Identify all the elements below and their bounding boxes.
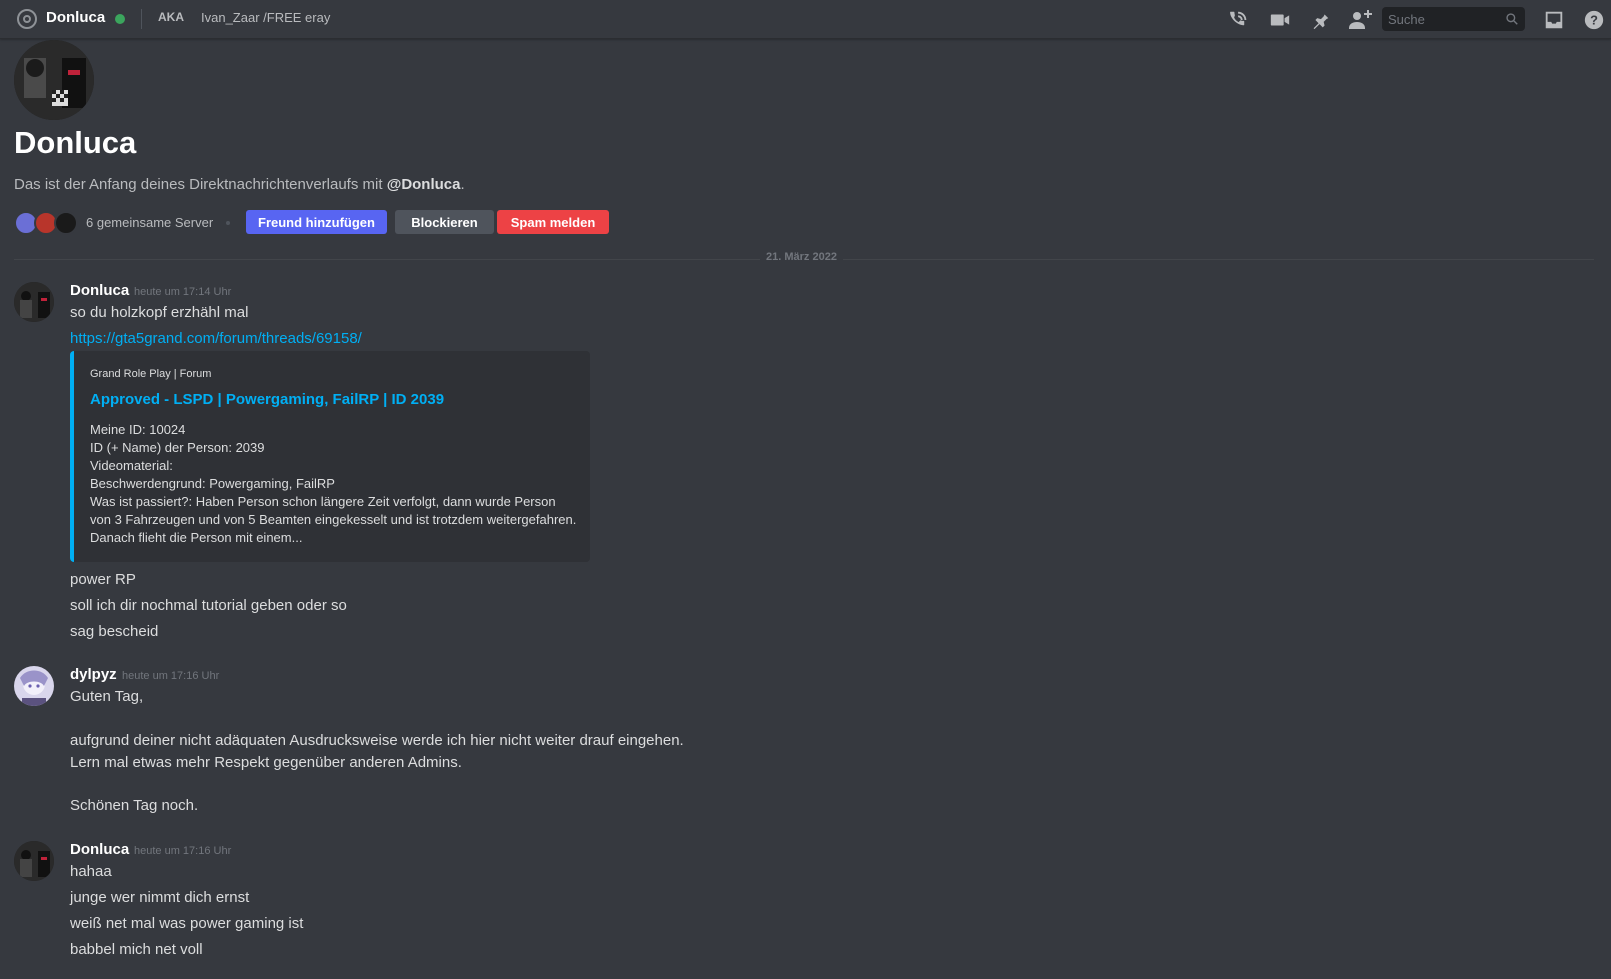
- message-author[interactable]: Donluca: [70, 282, 129, 299]
- embed-line: Was ist passiert?: Haben Person schon lä…: [90, 494, 556, 509]
- search-icon: [1505, 12, 1519, 26]
- svg-text:?: ?: [1590, 13, 1598, 28]
- message-timestamp: heute um 17:16 Uhr: [134, 845, 232, 857]
- dm-username[interactable]: Donluca: [46, 9, 105, 26]
- message-text: weiß net mal was power gaming ist: [70, 915, 304, 932]
- embed-line: ID (+ Name) der Person: 2039: [90, 440, 265, 455]
- dm-start-description: Das ist der Anfang deines Direktnachrich…: [14, 176, 465, 193]
- message-author[interactable]: dylpyz: [70, 666, 117, 683]
- message-author[interactable]: Donluca: [70, 841, 129, 858]
- message-text: babbel mich net voll: [70, 941, 203, 958]
- message-text: power RP: [70, 571, 136, 588]
- add-friend-button[interactable]: Freund hinzufügen: [246, 210, 387, 234]
- video-call-icon[interactable]: [1268, 8, 1292, 32]
- description-suffix: .: [460, 176, 465, 193]
- message-text: aufgrund deiner nicht adäquaten Ausdruck…: [70, 732, 684, 749]
- message-text: Schönen Tag noch.: [70, 797, 199, 814]
- embed-line: Danach flieht die Person mit einem...: [90, 530, 303, 545]
- message-text: Lern mal etwas mehr Respekt gegenüber an…: [70, 754, 462, 771]
- message-text: soll ich dir nochmal tutorial geben oder…: [70, 597, 347, 614]
- user-mention[interactable]: @Donluca: [387, 176, 461, 193]
- inbox-icon[interactable]: [1542, 8, 1566, 32]
- embed-line: von 3 Fahrzeugen und von 5 Beamten einge…: [90, 512, 577, 527]
- help-icon[interactable]: ?: [1582, 8, 1606, 32]
- voice-call-icon[interactable]: [1227, 8, 1251, 32]
- embed-description: Meine ID: 10024 ID (+ Name) der Person: …: [90, 421, 580, 547]
- at-icon: [17, 9, 37, 29]
- message-text: junge wer nimmt dich ernst: [70, 889, 250, 906]
- mutual-servers-count[interactable]: 6 gemeinsame Server: [86, 215, 213, 230]
- search-input[interactable]: [1388, 10, 1498, 28]
- embed-line: Beschwerdengrund: Powergaming, FailRP: [90, 476, 335, 491]
- header-divider: [141, 9, 142, 29]
- message-text: so du holzkopf erzhähl mal: [70, 304, 249, 321]
- aka-badge: AKA: [158, 10, 184, 24]
- mutual-servers-icons[interactable]: [14, 211, 78, 235]
- date-divider-label: 21. März 2022: [760, 251, 843, 263]
- embed-provider[interactable]: Grand Role Play | Forum: [90, 368, 211, 380]
- add-friend-icon[interactable]: [1348, 8, 1372, 32]
- channel-header: Donluca AKA Ivan_Zaar /FREE eray ?: [0, 0, 1611, 39]
- pin-icon[interactable]: [1308, 8, 1332, 32]
- message-text: sag bescheid: [70, 623, 159, 640]
- aka-names: Ivan_Zaar /FREE eray: [201, 10, 331, 25]
- link-embed: Grand Role Play | Forum Approved - LSPD …: [70, 351, 590, 562]
- block-button[interactable]: Blockieren: [395, 210, 494, 234]
- embed-line: Videomaterial:: [90, 458, 173, 473]
- message-text: Guten Tag,: [70, 688, 144, 705]
- separator-dot: [226, 221, 230, 225]
- avatar[interactable]: [14, 841, 54, 881]
- description-prefix: Das ist der Anfang deines Direktnachrich…: [14, 176, 387, 193]
- avatar[interactable]: [14, 666, 54, 706]
- server-icon: [54, 211, 78, 235]
- message-text: hahaa: [70, 863, 112, 880]
- message-timestamp: heute um 17:14 Uhr: [134, 286, 232, 298]
- message-link[interactable]: https://gta5grand.com/forum/threads/6915…: [70, 330, 362, 347]
- online-status-icon: [115, 14, 125, 24]
- embed-line: Meine ID: 10024: [90, 422, 186, 437]
- avatar[interactable]: [14, 282, 54, 322]
- profile-avatar[interactable]: [14, 40, 94, 120]
- message-timestamp: heute um 17:16 Uhr: [122, 670, 220, 682]
- report-spam-button[interactable]: Spam melden: [497, 210, 609, 234]
- embed-title[interactable]: Approved - LSPD | Powergaming, FailRP | …: [90, 391, 444, 408]
- search-bar[interactable]: [1382, 7, 1525, 31]
- profile-name: Donluca: [14, 125, 137, 160]
